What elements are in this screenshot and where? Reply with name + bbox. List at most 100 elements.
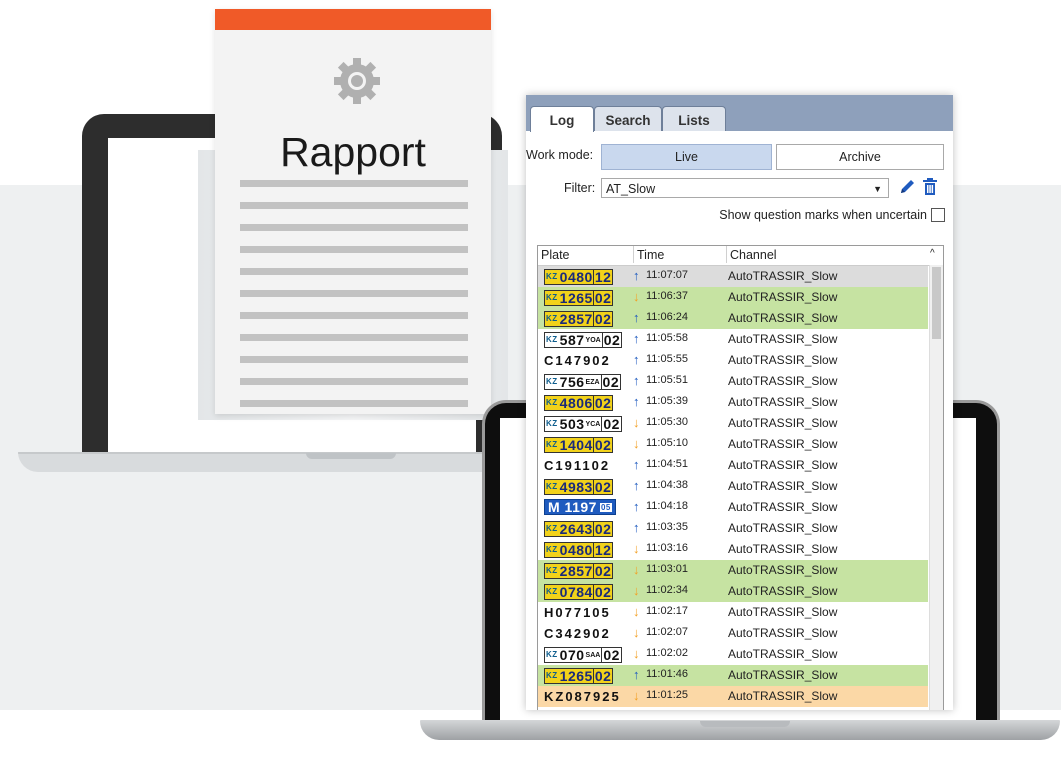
- license-plate: KZ 2857 02: [544, 311, 614, 327]
- chevron-up-icon[interactable]: ^: [930, 248, 935, 259]
- time-cell: 11:02:07: [646, 626, 689, 638]
- document-text-line: [240, 180, 468, 187]
- license-plate: KZ 0480 12: [544, 542, 614, 558]
- time-cell: 11:02:02: [646, 647, 689, 659]
- table-row[interactable]: KZ 1265 02 ↓ 11:06:37 AutoTRASSIR_Slow: [538, 287, 928, 308]
- license-plate: KZ 0480 12: [544, 269, 614, 285]
- log-panel: Work mode: Live Archive Filter: AT_Slow …: [526, 131, 953, 710]
- time-cell: 11:04:38: [646, 479, 689, 491]
- table-row[interactable]: KZ 0784 02 ↓ 11:02:34 AutoTRASSIR_Slow: [538, 581, 928, 602]
- license-plate: C147902: [544, 352, 611, 368]
- time-cell: 11:04:18: [646, 500, 689, 512]
- report-document: Rapport: [215, 9, 491, 414]
- plate-cell: KZ 587 YOA 02: [544, 331, 623, 348]
- live-mode-button[interactable]: Live: [601, 144, 772, 170]
- arrow-down-icon: ↓: [633, 289, 640, 304]
- channel-cell: AutoTRASSIR_Slow: [728, 584, 838, 598]
- license-plate: KZ 1265 02: [544, 668, 614, 684]
- table-row[interactable]: KZ 587 YOA 02 ↑ 11:05:58 AutoTRASSIR_Slow: [538, 329, 928, 350]
- license-plate: KZ 4983 02: [544, 479, 614, 495]
- plate-cell: KZ 4806 02: [544, 394, 614, 411]
- plate-cell: KZ 4983 02: [544, 478, 614, 495]
- scrollbar-thumb[interactable]: [932, 267, 941, 339]
- plate-cell: KZ 2857 02: [544, 562, 614, 579]
- plate-cell: C147902: [544, 352, 611, 368]
- plate-cell: KZ 0784 02: [544, 583, 614, 600]
- arrow-up-icon: ↑: [633, 499, 640, 514]
- time-cell: 11:05:39: [646, 395, 689, 407]
- table-row[interactable]: C342902 ↓ 11:02:07 AutoTRASSIR_Slow: [538, 623, 928, 644]
- document-text-line: [240, 378, 468, 385]
- uncertain-label: Show question marks when uncertain: [719, 208, 927, 222]
- license-plate: KZ087925: [544, 688, 621, 704]
- document-text-line: [240, 268, 468, 275]
- license-plate: KZ 070 SAA 02: [544, 647, 622, 663]
- table-row[interactable]: KZ 4806 02 ↑ 11:05:39 AutoTRASSIR_Slow: [538, 392, 928, 413]
- table-row[interactable]: KZ 1265 02 ↑ 11:01:46 AutoTRASSIR_Slow: [538, 665, 928, 686]
- archive-mode-button[interactable]: Archive: [776, 144, 944, 170]
- channel-cell: AutoTRASSIR_Slow: [728, 269, 838, 283]
- table-row[interactable]: KZ 4983 02 ↑ 11:04:38 AutoTRASSIR_Slow: [538, 476, 928, 497]
- table-row[interactable]: C191102 ↑ 11:04:51 AutoTRASSIR_Slow: [538, 455, 928, 476]
- channel-cell: AutoTRASSIR_Slow: [728, 668, 838, 682]
- pencil-icon[interactable]: [898, 177, 916, 197]
- plate-cell: H077105: [544, 604, 611, 620]
- table-row[interactable]: KZ 2857 02 ↑ 11:06:24 AutoTRASSIR_Slow: [538, 308, 928, 329]
- arrow-down-icon: ↓: [633, 625, 640, 640]
- table-row[interactable]: KZ 2857 02 ↓ 11:03:01 AutoTRASSIR_Slow: [538, 560, 928, 581]
- tab-log[interactable]: Log: [530, 106, 594, 132]
- plate-cell: KZ 1265 02: [544, 667, 614, 684]
- column-time[interactable]: Time: [633, 246, 664, 263]
- table-row[interactable]: KZ 2643 02 ↑ 11:03:35 AutoTRASSIR_Slow: [538, 518, 928, 539]
- table-row[interactable]: KZ 503 YCA 02 ↓ 11:05:30 AutoTRASSIR_Slow: [538, 413, 928, 434]
- arrow-up-icon: ↑: [633, 310, 640, 325]
- time-cell: 11:04:51: [646, 458, 689, 470]
- arrow-up-icon: ↑: [633, 478, 640, 493]
- uncertain-checkbox[interactable]: [931, 208, 945, 222]
- plate-cell: C342902: [544, 625, 611, 641]
- time-cell: 11:05:58: [646, 332, 689, 344]
- plate-cell: KZ 756 EZA 02: [544, 373, 622, 390]
- table-row[interactable]: KZ 1404 02 ↓ 11:05:10 AutoTRASSIR_Slow: [538, 434, 928, 455]
- tab-lists[interactable]: Lists: [662, 106, 726, 132]
- license-plate: KZ 1265 02: [544, 290, 614, 306]
- trash-icon[interactable]: [922, 177, 938, 197]
- time-cell: 11:05:30: [646, 416, 689, 428]
- channel-cell: AutoTRASSIR_Slow: [728, 290, 838, 304]
- table-row[interactable]: KZ 0480 12 ↑ 11:07:07 AutoTRASSIR_Slow: [538, 266, 928, 287]
- arrow-up-icon: ↑: [633, 331, 640, 346]
- document-text-line: [240, 246, 468, 253]
- table-rows: KZ 0480 12 ↑ 11:07:07 AutoTRASSIR_Slow KZ 1265 0…: [538, 266, 928, 707]
- table-row[interactable]: H077105 ↓ 11:02:17 AutoTRASSIR_Slow: [538, 602, 928, 623]
- plate-cell: KZ 1265 02: [544, 289, 614, 306]
- license-plate: KZ 503 YCA 02: [544, 416, 622, 432]
- license-plate: KZ 756 EZA 02: [544, 374, 622, 390]
- plate-table: Plate Time Channel ^ KZ 0480 12 ↑ 11:07:07 Au…: [537, 245, 944, 710]
- channel-cell: AutoTRASSIR_Slow: [728, 353, 838, 367]
- arrow-up-icon: ↑: [633, 667, 640, 682]
- table-row[interactable]: KZ 0480 12 ↓ 11:03:16 AutoTRASSIR_Slow: [538, 539, 928, 560]
- column-plate[interactable]: Plate: [541, 248, 570, 262]
- column-channel[interactable]: Channel: [726, 246, 777, 263]
- document-text-line: [240, 224, 468, 231]
- license-plate: KZ 2857 02: [544, 563, 614, 579]
- table-row[interactable]: KZ 756 EZA 02 ↑ 11:05:51 AutoTRASSIR_Slow: [538, 371, 928, 392]
- channel-cell: AutoTRASSIR_Slow: [728, 500, 838, 514]
- document-header-bar: [215, 9, 491, 30]
- tab-search[interactable]: Search: [594, 106, 662, 132]
- document-text-lines: [240, 180, 468, 422]
- channel-cell: AutoTRASSIR_Slow: [728, 605, 838, 619]
- arrow-down-icon: ↓: [633, 436, 640, 451]
- document-title: Rapport: [280, 129, 426, 175]
- arrow-down-icon: ↓: [633, 562, 640, 577]
- table-row[interactable]: KZ 070 SAA 02 ↓ 11:02:02 AutoTRASSIR_Slow: [538, 644, 928, 665]
- filter-select[interactable]: AT_Slow ▼: [601, 178, 889, 198]
- table-row[interactable]: KZ087925 ↓ 11:01:25 AutoTRASSIR_Slow: [538, 686, 928, 707]
- table-row[interactable]: M 1197 05 ↑ 11:04:18 AutoTRASSIR_Slow: [538, 497, 928, 518]
- scrollbar[interactable]: [929, 265, 943, 710]
- arrow-up-icon: ↑: [633, 520, 640, 535]
- table-row[interactable]: C147902 ↑ 11:05:55 AutoTRASSIR_Slow: [538, 350, 928, 371]
- arrow-down-icon: ↓: [633, 583, 640, 598]
- time-cell: 11:05:55: [646, 353, 689, 365]
- channel-cell: AutoTRASSIR_Slow: [728, 521, 838, 535]
